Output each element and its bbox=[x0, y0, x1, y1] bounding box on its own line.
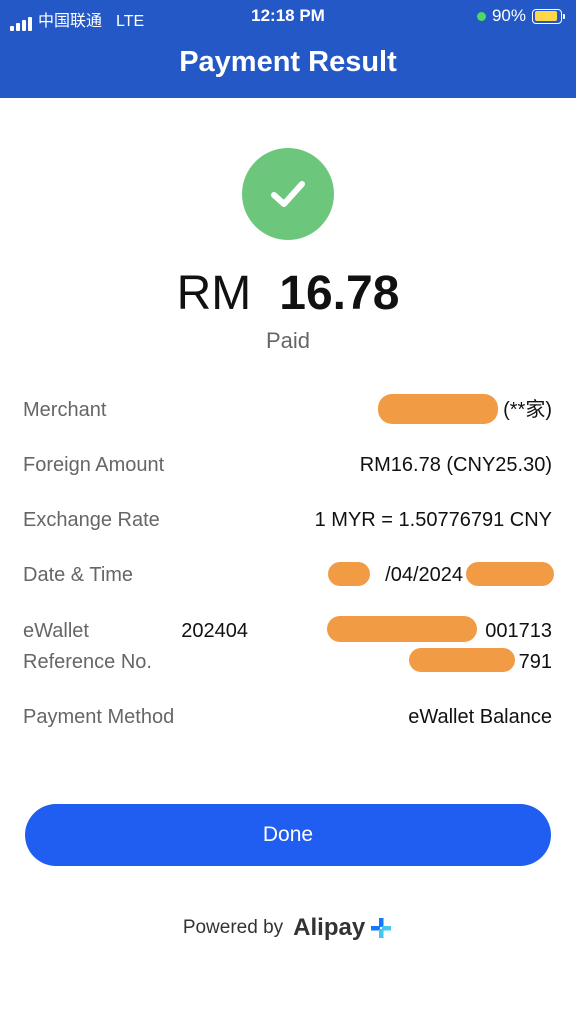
alipay-plus-icon bbox=[371, 918, 392, 938]
battery-percent: 90% bbox=[491, 6, 526, 25]
detail-label: Foreign Amount bbox=[23, 454, 165, 476]
status-bar: 中国联通 LTE 12:18 PM 90% bbox=[0, 0, 576, 32]
detail-value: 1 MYR = 1.50776791 CNY bbox=[314, 509, 552, 531]
amount-currency: RM bbox=[176, 267, 252, 320]
detail-label: Date & Time bbox=[23, 564, 134, 586]
redaction-mark bbox=[409, 648, 515, 672]
detail-value: /04/2024 bbox=[385, 564, 463, 586]
alipay-logo: Alipay bbox=[293, 914, 393, 942]
detail-label: Exchange Rate bbox=[23, 509, 160, 531]
header-bar: 中国联通 LTE 12:18 PM 90% Payment Result bbox=[0, 0, 576, 98]
detail-value: eWallet Balance bbox=[408, 706, 552, 728]
paid-amount: RM 16.78 bbox=[0, 266, 576, 321]
detail-value: 791 bbox=[518, 651, 552, 673]
detail-value: (**家) bbox=[503, 399, 552, 421]
redaction-mark bbox=[328, 562, 370, 586]
detail-value: RM16.78 (CNY25.30) bbox=[359, 454, 552, 476]
detail-label: Reference No. bbox=[23, 651, 152, 673]
detail-label: Merchant bbox=[23, 399, 107, 421]
detail-value-tail: 001713 bbox=[485, 620, 552, 642]
location-indicator-icon bbox=[476, 11, 486, 21]
amount-value: 16.78 bbox=[279, 267, 400, 320]
redaction-mark bbox=[466, 562, 554, 586]
powered-by: Powered by Alipay bbox=[0, 914, 576, 942]
alipay-wordmark: Alipay bbox=[293, 914, 366, 941]
detail-value: 202404 bbox=[181, 620, 248, 642]
done-button[interactable]: Done bbox=[25, 804, 551, 866]
detail-label: eWallet bbox=[23, 620, 89, 642]
redaction-mark bbox=[327, 616, 477, 642]
payment-status: Paid bbox=[265, 328, 311, 353]
redaction-mark bbox=[378, 394, 498, 424]
page-title: Payment Result bbox=[179, 46, 397, 78]
success-check-icon bbox=[242, 148, 334, 240]
powered-by-label: Powered by bbox=[182, 917, 284, 938]
battery-icon bbox=[532, 8, 565, 24]
detail-label: Payment Method bbox=[23, 706, 175, 728]
